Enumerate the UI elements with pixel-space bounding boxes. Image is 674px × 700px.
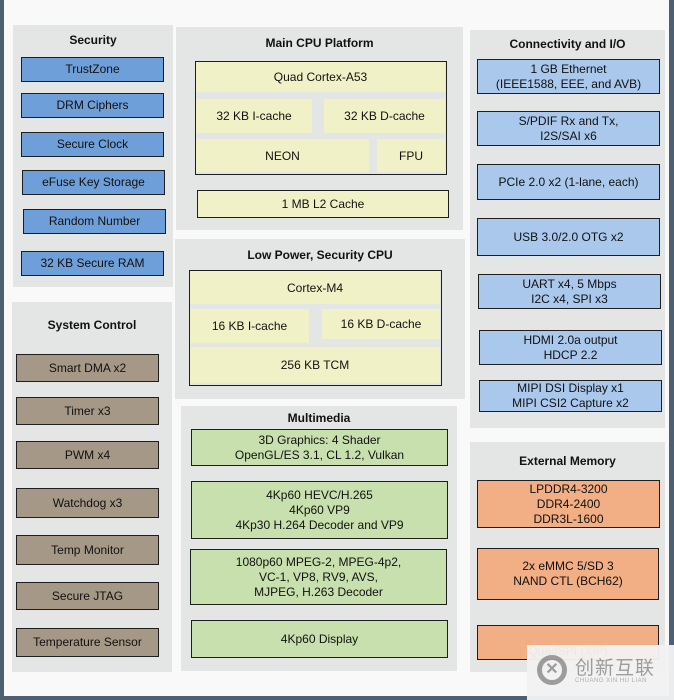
main-cpu-dcache: 32 KB D-cache [324,99,445,133]
low-power-cpu-core-group: Cortex-M4 16 KB I-cache 16 KB D-cache 25… [189,270,442,386]
system-control-block-temp-monitor: Temp Monitor [16,535,159,565]
system-control-block-watchdog: Watchdog x3 [16,488,159,518]
low-power-cpu-core: Cortex-M4 [190,271,440,304]
connectivity-block-usb: USB 3.0/2.0 OTG x2 [477,218,660,256]
system-control-block-secure-jtag: Secure JTAG [16,582,159,610]
connectivity-block-spdif: S/PDIF Rx and Tx, I2S/SAI x6 [477,111,660,146]
system-control-title: System Control [47,318,137,332]
security-section: Security TrustZone DRM Ciphers Secure Cl… [13,25,173,287]
external-memory-section: External Memory LPDDR4-3200 DDR4-2400 DD… [470,442,665,672]
connectivity-block-uart: UART x4, 5 Mbps I2C x4, SPI x3 [478,274,661,309]
security-block-trustzone: TrustZone [21,57,164,82]
watermark-subtext: CHUANG XIN HU LIAN [575,678,648,684]
multimedia-block-3d-graphics: 3D Graphics: 4 Shader OpenGL/ES 3.1, CL … [191,429,448,466]
connectivity-section: Connectivity and I/O 1 GB Ethernet (IEEE… [470,30,665,428]
main-cpu-icache: 32 KB I-cache [196,99,312,133]
connectivity-block-hdmi: HDMI 2.0a output HDCP 2.2 [479,330,662,365]
system-control-block-timer: Timer x3 [16,397,159,425]
security-block-efuse: eFuse Key Storage [22,170,165,195]
watermark-text: 创新互联 [575,658,656,679]
multimedia-block-4k-decoder: 4Kp60 HEVC/H.265 4Kp60 VP9 4Kp30 H.264 D… [191,481,448,539]
watermark-logo-icon: ✕ [537,655,567,685]
external-memory-title: External Memory [519,454,616,468]
multimedia-block-1080p-decoder: 1080p60 MPEG-2, MPEG-4p2, VC-1, VP8, RV9… [190,549,447,605]
multimedia-block-4k-display: 4Kp60 Display [191,620,448,658]
main-cpu-title: Main CPU Platform [265,36,374,50]
main-cpu-core: Quad Cortex-A53 [196,62,445,92]
system-control-block-temp-sensor: Temperature Sensor [16,628,159,657]
connectivity-block-ethernet: 1 GB Ethernet (IEEE1588, EEE, and AVB) [477,59,660,94]
security-block-random-number: Random Number [23,209,166,234]
watermark: ✕ 创新互联 CHUANG XIN HU LIAN [527,645,674,700]
low-power-cpu-icache: 16 KB I-cache [190,309,309,343]
security-title: Security [69,33,117,47]
connectivity-title: Connectivity and I/O [509,37,626,51]
low-power-cpu-title: Low Power, Security CPU [247,248,393,262]
low-power-cpu-dcache: 16 KB D-cache [322,309,440,339]
main-cpu-neon: NEON [196,139,369,172]
multimedia-section: Multimedia 3D Graphics: 4 Shader OpenGL/… [181,406,457,671]
memory-block-ddr: LPDDR4-3200 DDR4-2400 DDR3L-1600 [477,480,660,528]
security-block-secure-clock: Secure Clock [21,132,164,157]
security-block-drm-ciphers: DRM Ciphers [21,93,164,118]
main-cpu-fpu: FPU [377,139,445,172]
main-cpu-section: Main CPU Platform Quad Cortex-A53 32 KB … [176,27,463,230]
connectivity-block-pcie: PCIe 2.0 x2 (1-lane, each) [477,164,660,200]
multimedia-title: Multimedia [287,411,351,425]
memory-block-emmc: 2x eMMC 5/SD 3 NAND CTL (BCH62) [477,548,659,600]
low-power-cpu-section: Low Power, Security CPU Cortex-M4 16 KB … [175,239,465,399]
system-control-block-dma: Smart DMA x2 [16,354,159,382]
security-block-secure-ram: 32 KB Secure RAM [21,251,164,276]
system-control-section: System Control Smart DMA x2 Timer x3 PWM… [12,302,172,672]
connectivity-block-mipi: MIPI DSI Display x1 MIPI CSI2 Capture x2 [479,380,662,412]
system-control-block-pwm: PWM x4 [16,441,159,469]
diagram-canvas: Security TrustZone DRM Ciphers Secure Cl… [4,0,669,696]
low-power-cpu-tcm: 256 KB TCM [190,347,440,383]
main-cpu-l2-cache: 1 MB L2 Cache [197,190,449,218]
main-cpu-core-group: Quad Cortex-A53 32 KB I-cache 32 KB D-ca… [195,61,447,175]
